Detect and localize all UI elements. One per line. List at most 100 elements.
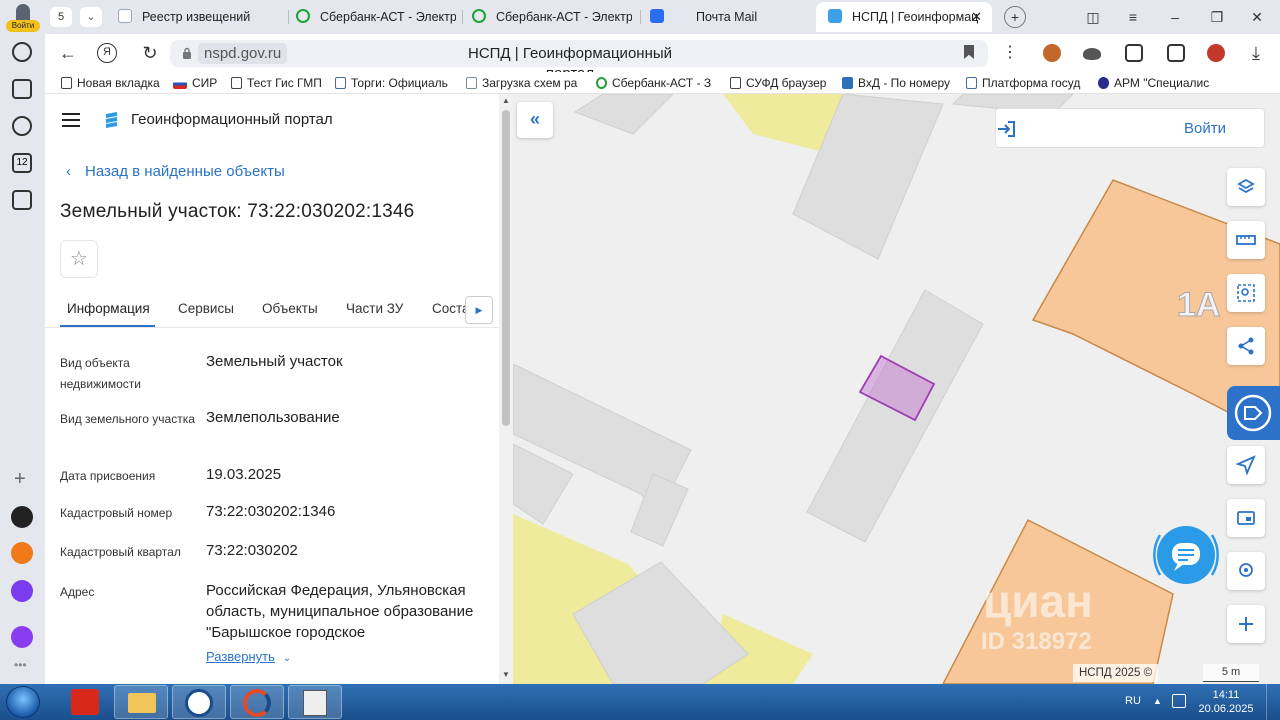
navigate-button[interactable]: [1227, 446, 1265, 484]
zoom-in-button[interactable]: [1227, 605, 1265, 643]
network-icon[interactable]: [1172, 694, 1186, 708]
tab-list-chevron-icon[interactable]: ⌄: [80, 7, 102, 27]
history-icon[interactable]: [12, 42, 32, 62]
c-app[interactable]: [230, 685, 284, 719]
portal-title: Геоинформационный портал: [131, 111, 333, 128]
reload-icon[interactable]: ↻: [139, 42, 161, 64]
tab-count-button[interactable]: 5: [50, 7, 72, 27]
gerb-icon: [118, 9, 132, 23]
profile-button[interactable]: Войти: [6, 2, 40, 32]
alice-icon[interactable]: [11, 506, 33, 528]
bookmark-item[interactable]: Новая вкладка: [61, 75, 160, 91]
screenshot-icon[interactable]: [12, 190, 32, 210]
panel-scrollbar[interactable]: ▲ ▼: [499, 94, 513, 684]
area-search-icon: [1237, 284, 1255, 302]
field-value: Землепользование: [206, 409, 340, 426]
bookmark-item[interactable]: Тест Гис ГМП: [231, 75, 322, 91]
more-icon[interactable]: •••: [14, 658, 27, 672]
building-number-label: 1А: [1177, 286, 1220, 324]
share-button[interactable]: [1227, 327, 1265, 365]
area-select-button[interactable]: [1227, 274, 1265, 312]
extensions-puzzle-icon[interactable]: [1125, 44, 1143, 62]
close-window-icon[interactable]: ✕: [1246, 6, 1268, 28]
page-icon: [231, 77, 242, 89]
chat-button[interactable]: [1146, 515, 1226, 595]
restore-icon[interactable]: ❐: [1206, 6, 1228, 28]
back-arrow-icon[interactable]: ←: [57, 42, 79, 64]
tab-title: Реестр извещений: [142, 10, 251, 24]
tab-objects[interactable]: Объекты: [262, 300, 318, 318]
expand-link[interactable]: Развернуть ⌄: [206, 648, 291, 668]
yandex-browser-app[interactable]: [172, 685, 226, 719]
bookmark-item[interactable]: СУФД браузер: [730, 75, 826, 91]
pdf-reader-app[interactable]: [58, 685, 112, 719]
play-icon[interactable]: [12, 116, 32, 136]
close-tab-icon[interactable]: ✕: [971, 2, 982, 32]
browser-tab[interactable]: Почта Mail: [650, 2, 810, 32]
yandex-icon[interactable]: Я: [97, 43, 117, 63]
messenger-icon[interactable]: [11, 580, 33, 602]
explorer-app[interactable]: [114, 685, 168, 719]
layers-button[interactable]: [1227, 168, 1265, 206]
address-row: ← Я ↻ nspd.gov.ru НСПД | Геоинформационн…: [45, 34, 1280, 82]
locate-button[interactable]: [1227, 552, 1265, 590]
collapse-panel-icon[interactable]: «: [517, 102, 553, 138]
menu-icon[interactable]: ≡: [1122, 6, 1144, 28]
bookmark-icon[interactable]: [964, 45, 974, 59]
sidebar-toggle-icon[interactable]: [1167, 44, 1185, 62]
bookmark-item[interactable]: АРМ "Специалис: [1098, 75, 1209, 91]
extension-icon[interactable]: [1083, 48, 1101, 60]
calendar-icon[interactable]: 12: [12, 153, 32, 173]
sberbank-icon: [472, 9, 486, 23]
zen-icon[interactable]: [11, 542, 33, 564]
field-value: Земельный участок: [206, 353, 343, 370]
scroll-down-icon[interactable]: ▼: [501, 670, 511, 680]
scroll-up-icon[interactable]: ▲: [501, 96, 511, 106]
collections-sidebar-icon[interactable]: [12, 79, 32, 99]
bookmark-item[interactable]: СИР: [173, 75, 217, 91]
browser-tab-active[interactable]: НСПД | Геоинформац ✕: [816, 2, 992, 32]
tab-composition[interactable]: Соста: [432, 300, 470, 318]
extension-icon[interactable]: [1207, 44, 1225, 62]
new-tab-icon[interactable]: +: [1004, 6, 1026, 28]
collections-icon[interactable]: ◫: [1082, 6, 1104, 28]
tab-title: Сбербанк-АСТ - Электр: [496, 10, 632, 24]
assistant-icon[interactable]: [11, 626, 33, 648]
tabs-scroll-right-icon[interactable]: ▶: [465, 296, 493, 324]
minimize-icon[interactable]: –: [1164, 6, 1186, 28]
back-to-results-link[interactable]: ‹ Назад в найденные объекты: [66, 162, 285, 182]
browser-tab[interactable]: Сбербанк-АСТ - Электр: [472, 2, 632, 32]
bookmark-item[interactable]: Загрузка схем ра: [466, 75, 577, 91]
field-value: 73:22:030202: [206, 542, 298, 559]
scroll-thumb[interactable]: [502, 110, 510, 426]
yandex-browser-icon: [185, 689, 213, 717]
tab-parts[interactable]: Части ЗУ: [346, 300, 403, 318]
extension-icon[interactable]: [1043, 44, 1061, 62]
more-vertical-icon[interactable]: ⋮: [999, 42, 1021, 64]
tab-services[interactable]: Сервисы: [178, 300, 234, 318]
address-bar[interactable]: nspd.gov.ru НСПД | Геоинформационный пор…: [170, 40, 988, 82]
bookmark-item[interactable]: Торги: Официаль: [335, 75, 448, 91]
map-view[interactable]: 1А циан ID 318972 « Войти НСПД 2025 © 5 …: [513, 94, 1280, 684]
add-panel-icon[interactable]: +: [14, 468, 26, 491]
archive-app[interactable]: [288, 685, 342, 719]
tray-expand-icon[interactable]: ▲: [1153, 693, 1162, 709]
clock[interactable]: 14:11 20.06.2025: [1196, 688, 1256, 716]
favorite-star-icon[interactable]: ☆: [60, 240, 98, 278]
tab-separator: [462, 10, 463, 24]
minimap-button[interactable]: [1227, 499, 1265, 537]
download-icon[interactable]: ⤓: [1245, 42, 1267, 64]
show-desktop-button[interactable]: [1266, 684, 1280, 720]
browser-tab[interactable]: Реестр извещений: [118, 2, 286, 32]
bookmark-item[interactable]: Сбербанк-АСТ - З: [596, 75, 711, 91]
login-button[interactable]: Войти: [995, 108, 1265, 148]
language-indicator[interactable]: RU: [1125, 693, 1141, 709]
bookmark-item[interactable]: ВхД - По номеру: [842, 75, 950, 91]
tab-information[interactable]: Информация: [67, 300, 150, 318]
bookmark-item[interactable]: Платформа госуд: [966, 75, 1080, 91]
ruler-button[interactable]: [1227, 221, 1265, 259]
hamburger-menu-icon[interactable]: [62, 113, 80, 127]
start-button[interactable]: [6, 686, 40, 718]
browser-tab[interactable]: Сбербанк-АСТ - Электр: [296, 2, 456, 32]
tag-button[interactable]: [1227, 386, 1280, 440]
